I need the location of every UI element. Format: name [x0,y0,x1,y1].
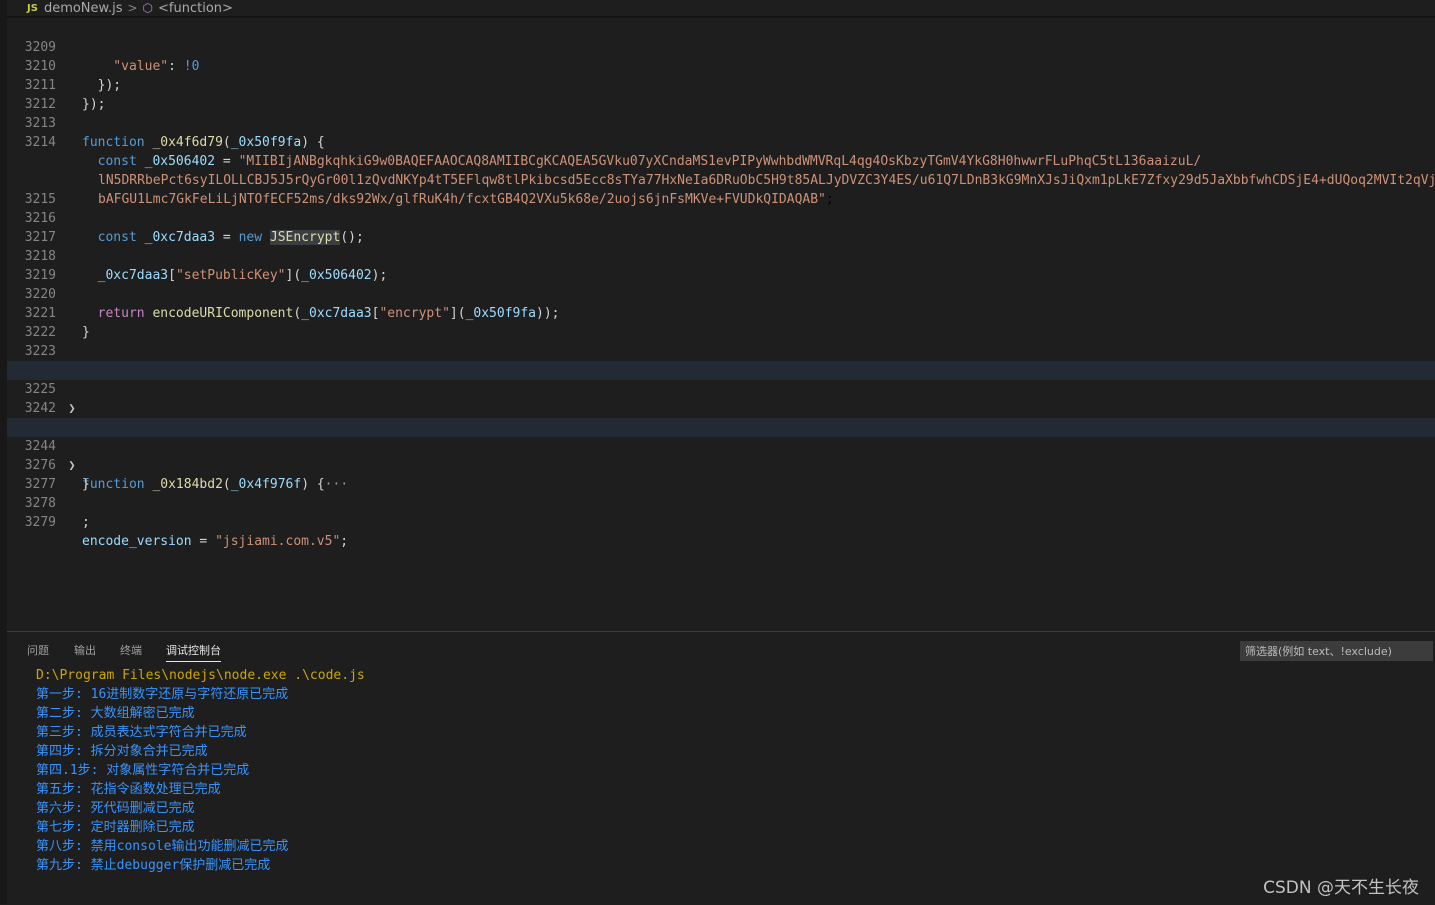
code-line[interactable]: 3277 [7,456,1435,492]
activity-strip [0,0,7,904]
cube-icon: ⬡ [142,1,154,15]
code-line[interactable]: 3242 })(window); [7,380,1435,435]
tab-terminal[interactable]: 终端 [120,642,142,658]
code-line[interactable]: 3210 }); [7,38,1435,93]
code-line[interactable]: 3214 const _0x506402 = "MIIBIjANBgkqhkiG… [7,114,1435,169]
code-line[interactable]: 3220 return encodeURIComponent(_0xc7daa3… [7,266,1435,321]
code-line[interactable]: 3223 window["decrypt"] = _0x4f6d79; [7,323,1435,378]
code-line[interactable]: 3221 } [7,285,1435,340]
code-line[interactable]: 3278 ; [7,475,1435,530]
code-line[interactable]: 3279 encode_version = "jsjiami.com.v5"; [7,494,1435,549]
console-line: 第一步: 16进制数字还原与字符还原已完成 [36,687,289,702]
code-line-wrapped[interactable]: bAFGU1Lmc7GkFeLiLjNTOfECF52ms/dks92Wx/gl… [7,152,1435,207]
line-code[interactable]: encode_version = "jsjiami.com.v5"; [82,532,348,551]
code-line[interactable]: 3212 [7,76,1435,112]
code-line[interactable]: 3243 [7,399,1435,435]
bottom-panel: 问题 输出 终端 调试控制台 D:\Program Files\nodejs\n… [7,631,1435,905]
console-line: 第九步: 禁止debugger保护删减已完成 [36,858,271,873]
code-line[interactable]: 3217 [7,209,1435,245]
code-line-wrapped[interactable]: lN5DRRbePct6syILOLLCBJ5J5rQyGr00l1zQvdNK… [7,133,1435,188]
chevron-right-icon: > [127,1,138,15]
code-line-folded[interactable]: 3225 ❯ (function (_0x363e6c, _0x2568da, … [7,361,1435,435]
tab-debug-console[interactable]: 调试控制台 [166,642,221,662]
code-line[interactable]: 3215 [7,171,1435,207]
console-line: 第二步: 大数组解密已完成 [36,706,195,721]
code-line[interactable]: 3276 } [7,437,1435,492]
console-line: 第八步: 禁用console输出功能删减已完成 [36,839,289,854]
code-line[interactable]: 3211 }); [7,57,1435,112]
line-number: 3279 [24,515,56,530]
filter-input[interactable] [1240,641,1433,661]
code-line[interactable]: 3219 [7,247,1435,283]
console-line: 第五步: 花指令函数处理已完成 [36,782,221,797]
console-line: 第三步: 成员表达式字符合并已完成 [36,725,247,740]
code-line[interactable]: 3213 function _0x4f6d79(_0x50f9fa) { [7,95,1435,150]
code-line[interactable]: 3216 const _0xc7daa3 = new JSEncrypt(); [7,190,1435,245]
line-code[interactable]: ; [82,513,90,532]
console-line: 第六步: 死代码删减已完成 [36,801,195,816]
code-line-folded[interactable]: 3244 ❯ function _0x184bd2(_0x4f976f) {··… [7,418,1435,492]
watermark: CSDN @天不生长夜 [1263,878,1419,898]
breadcrumb-symbol[interactable]: <function> [158,1,233,16]
code-line[interactable]: 3209 "value": !0 [7,19,1435,74]
console-line: 第七步: 定时器删除已完成 [36,820,195,835]
debug-console-output: D:\Program Files\nodejs\node.exe .\code.… [36,666,365,875]
breadcrumb: JS demoNew.js > ⬡ <function> [7,0,1435,16]
breadcrumb-file[interactable]: demoNew.js [44,1,123,16]
javascript-file-icon: JS [27,2,38,14]
tab-output[interactable]: 输出 [74,642,96,658]
code-line[interactable]: 3218 _0xc7daa3["setPublicKey"](_0x506402… [7,228,1435,283]
console-line: D:\Program Files\nodejs\node.exe .\code.… [36,668,365,683]
console-line: 第四步: 拆分对象合并已完成 [36,744,208,759]
code-line[interactable]: 3224 [7,342,1435,378]
tab-problems[interactable]: 问题 [27,642,49,658]
code-line[interactable]: 3222 [7,304,1435,340]
code-editor[interactable]: 3209 "value": !0 3210 }); 3211 }); 3212 … [7,19,1435,631]
console-line: 第四.1步: 对象属性字符合并已完成 [36,763,250,778]
